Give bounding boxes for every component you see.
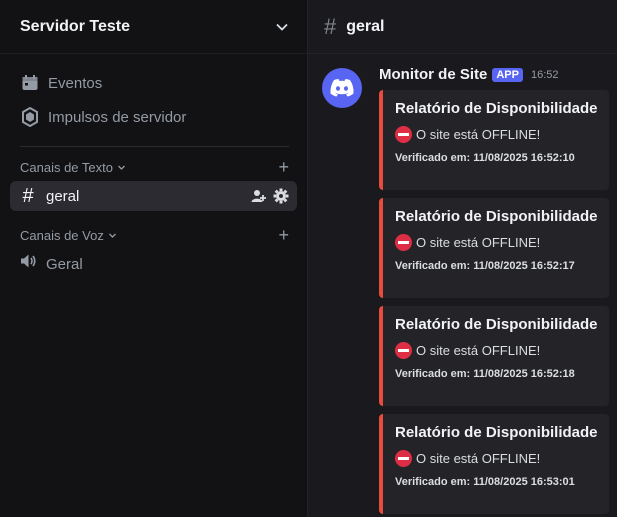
no-entry-icon [395,126,412,143]
server-sidebar: Servidor Teste Eventos Impulsos de servi… [0,0,308,517]
message-timestamp: 16:52 [530,68,559,81]
no-entry-icon [395,234,412,251]
sidebar-item-label: Impulsos de servidor [48,108,187,126]
sidebar-item-events[interactable]: Eventos [10,66,297,100]
chevron-down-icon [108,233,116,238]
no-entry-icon [395,450,412,467]
embed-footer: Verificado em: 11/08/2025 16:52:18 [395,368,575,380]
category-text-channels[interactable]: Canais de Texto + [0,155,307,179]
avatar[interactable] [322,68,362,108]
server-name: Servidor Teste [20,17,130,35]
embed-card: Relatório de Disponibilidade O site está… [379,414,609,514]
embed-footer: Verificado em: 11/08/2025 16:53:01 [395,476,575,488]
embed-status: O site está OFFLINE! [416,451,541,466]
embed-card: Relatório de Disponibilidade O site está… [379,306,609,406]
embed-title: Relatório de Disponibilidade [395,100,598,117]
server-header[interactable]: Servidor Teste [0,0,307,54]
chevron-down-icon[interactable] [275,20,289,34]
chevron-down-icon [118,165,125,170]
embed-status: O site está OFFLINE! [416,343,541,358]
invite-icon[interactable] [251,188,267,204]
category-label: Canais de Voz [20,227,104,243]
hash-icon: # [22,184,34,207]
embed-footer: Verificado em: 11/08/2025 16:52:17 [395,260,575,272]
gear-icon[interactable] [273,188,289,204]
embed-title: Relatório de Disponibilidade [395,208,598,225]
channel-label: geral [46,187,80,205]
message-author[interactable]: Monitor de Site [379,66,487,83]
no-entry-icon [395,342,412,359]
hash-icon: # [324,13,337,39]
embed-title: Relatório de Disponibilidade [395,316,598,333]
add-channel-button[interactable]: + [278,226,289,244]
discord-logo-icon [330,79,354,97]
calendar-icon [20,73,40,93]
sidebar-item-label: Eventos [48,74,103,92]
category-label: Canais de Texto [20,159,113,175]
channel-header: # geral [308,0,617,54]
message-header: Monitor de Site APP 16:52 [379,66,559,83]
sidebar-item-boosts[interactable]: Impulsos de servidor [10,100,297,134]
category-voice-channels[interactable]: Canais de Voz + [0,223,307,247]
divider [20,146,289,147]
embed-status: O site está OFFLINE! [416,127,541,142]
channel-voice-geral[interactable]: Geral [10,249,297,279]
app-badge: APP [492,67,523,82]
speaker-icon [18,252,38,276]
embed-card: Relatório de Disponibilidade O site está… [379,90,609,190]
add-channel-button[interactable]: + [278,158,289,176]
embed-footer: Verificado em: 11/08/2025 16:52:10 [395,152,575,164]
boost-icon [20,107,40,127]
chat-area: # geral Monitor de Site APP 16:52 Relató… [308,0,617,517]
embed-card: Relatório de Disponibilidade O site está… [379,198,609,298]
channel-geral[interactable]: # geral [10,181,297,211]
channel-title: geral [346,17,385,35]
embed-status: O site está OFFLINE! [416,235,541,250]
embed-title: Relatório de Disponibilidade [395,424,598,441]
channel-label: Geral [46,255,83,273]
